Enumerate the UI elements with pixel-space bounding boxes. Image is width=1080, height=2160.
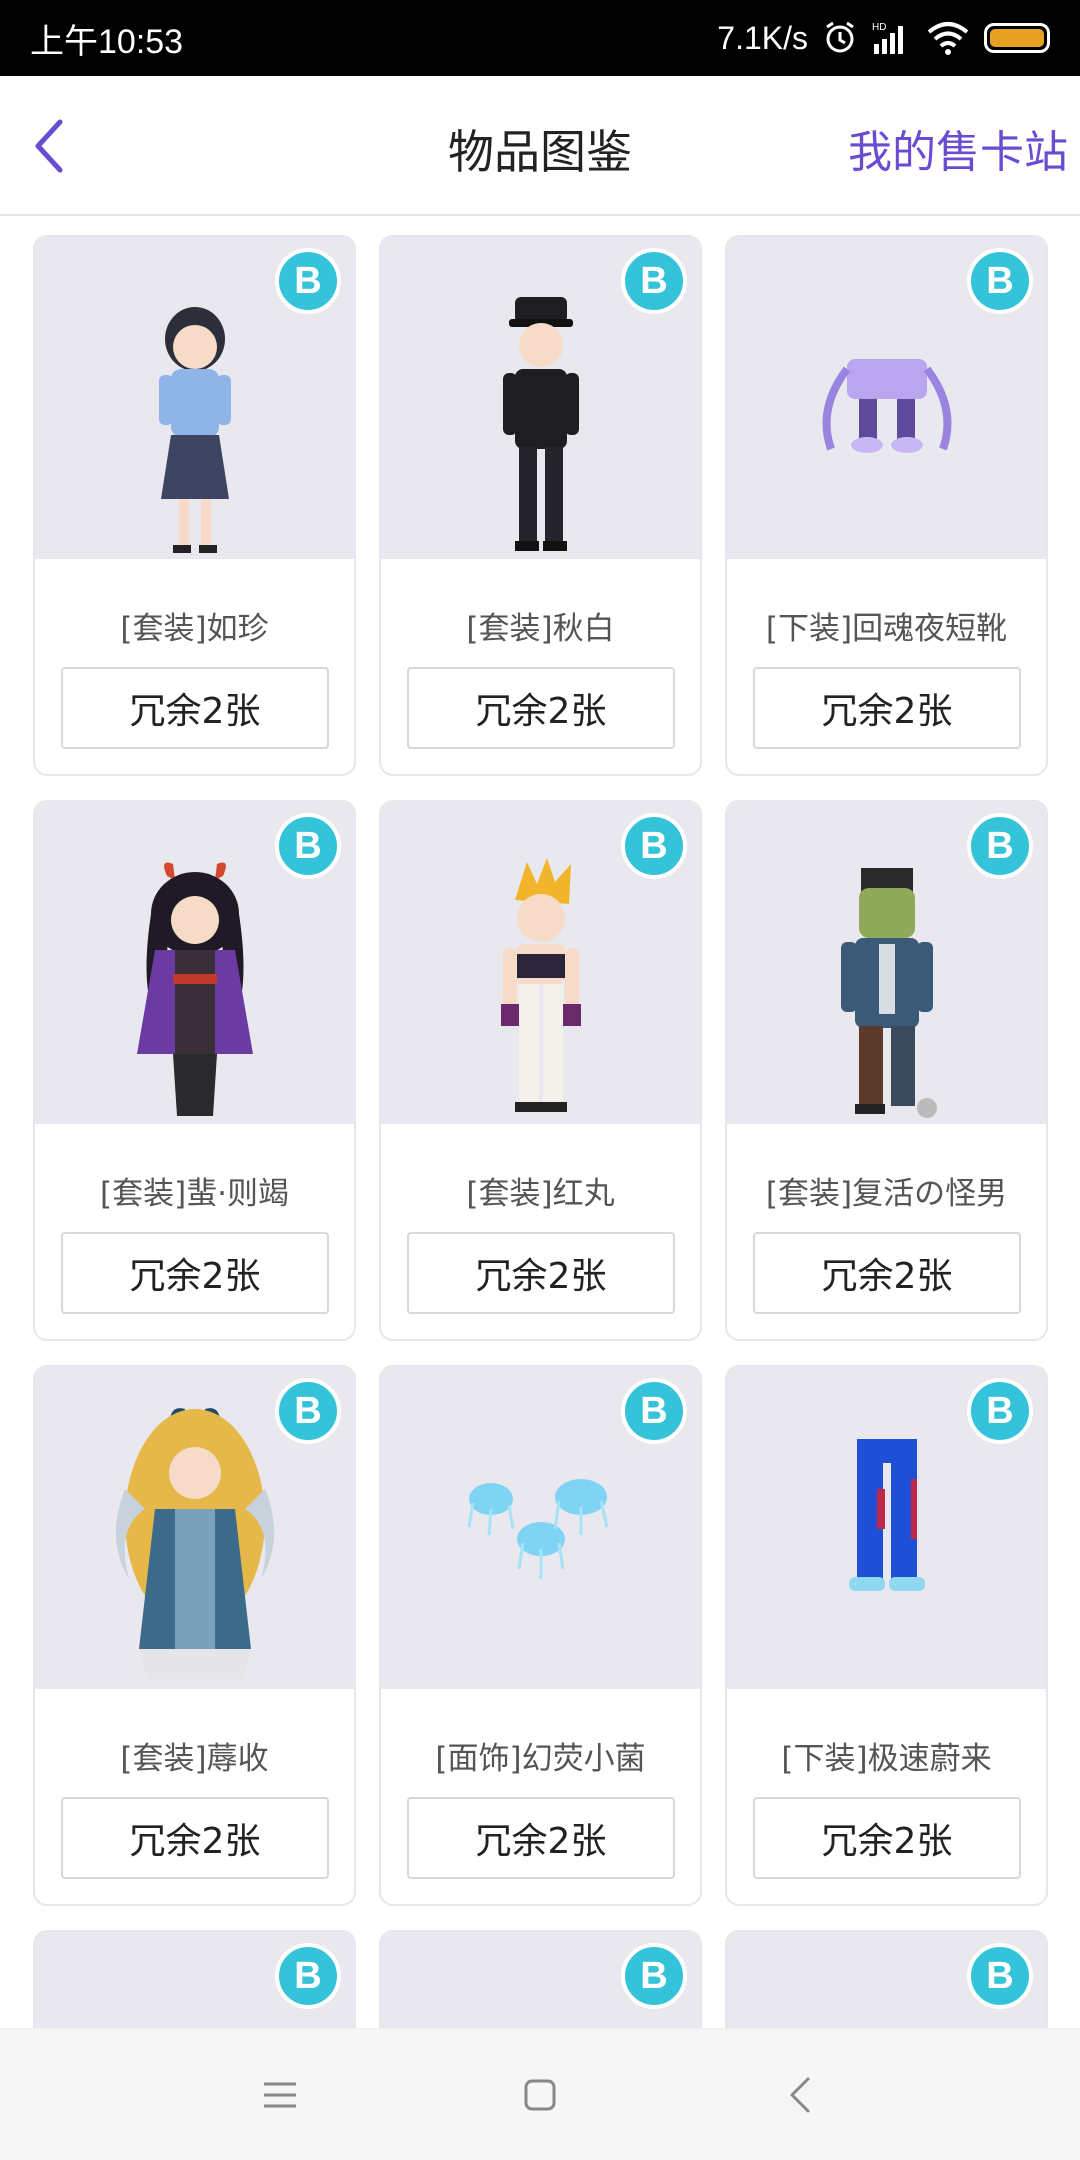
item-name: [下装]极速蔚来 [781, 1741, 992, 1777]
rarity-badge: B [621, 1378, 687, 1444]
item-name: [套装]红丸 [466, 1176, 615, 1212]
home-button[interactable] [500, 2055, 580, 2135]
rarity-badge: B [967, 248, 1033, 314]
item-card[interactable]: B [套装]复活の怪男 冗余2张 [725, 800, 1048, 1341]
rarity-badge: B [275, 1943, 341, 2009]
item-name: [面饰]幻荧小菌 [435, 1741, 646, 1777]
rarity-badge: B [275, 248, 341, 314]
rarity-badge: B [621, 813, 687, 879]
status-time: 上午10:53 [30, 22, 184, 61]
status-bar: 上午10:53 7.1K/s HD [0, 0, 1080, 76]
item-name: [套装]如珍 [120, 611, 269, 647]
rarity-badge: B [621, 248, 687, 314]
screen: 上午10:53 7.1K/s HD 物品图鉴 我的售卡站 B [套装]如珍 冗余… [0, 0, 1080, 2160]
surplus-button[interactable]: 冗余2张 [753, 1232, 1021, 1314]
item-card[interactable]: B [套装]蜚·则竭 冗余2张 [33, 800, 356, 1341]
rarity-badge: B [621, 1943, 687, 2009]
nav-back-button[interactable] [760, 2055, 840, 2135]
item-name: [下装]回魂夜短靴 [765, 611, 1008, 647]
rarity-badge: B [275, 1378, 341, 1444]
item-card[interactable]: B [面饰]幻荧小菌 冗余2张 [379, 1365, 702, 1906]
item-card[interactable]: B [下装]回魂夜短靴 冗余2张 [725, 235, 1048, 776]
item-name: [套装]蓐收 [120, 1741, 269, 1777]
rarity-badge: B [967, 1943, 1033, 2009]
item-card[interactable]: B [套装]如珍 冗余2张 [33, 235, 356, 776]
status-right: 7.1K/s HD [717, 20, 1050, 57]
battery-level [990, 29, 1044, 47]
hd-signal-icon: HD [872, 20, 912, 56]
surplus-button[interactable]: 冗余2张 [61, 1797, 329, 1879]
battery-icon [984, 23, 1050, 53]
surplus-button[interactable]: 冗余2张 [753, 667, 1021, 749]
item-card[interactable]: B [套装]秋白 冗余2张 [379, 235, 702, 776]
my-card-station-link[interactable]: 我的售卡站 [848, 116, 1068, 180]
surplus-button[interactable]: 冗余2张 [61, 1232, 329, 1314]
alarm-icon [822, 20, 858, 56]
surplus-button[interactable]: 冗余2张 [407, 667, 675, 749]
header: 物品图鉴 我的售卡站 [0, 76, 1080, 216]
item-grid: B [套装]如珍 冗余2张 B [套装]秋白 冗余2张 B [下装]回魂夜短靴 … [33, 235, 1048, 2050]
surplus-button[interactable]: 冗余2张 [753, 1797, 1021, 1879]
rarity-badge: B [967, 813, 1033, 879]
svg-text:HD: HD [872, 22, 886, 33]
item-card[interactable]: B [下装]极速蔚来 冗余2张 [725, 1365, 1048, 1906]
back-triangle-icon [790, 2077, 810, 2112]
item-name: [套装]蜚·则竭 [99, 1176, 290, 1212]
item-name: [套装]秋白 [466, 611, 615, 647]
rarity-badge: B [967, 1378, 1033, 1444]
surplus-button[interactable]: 冗余2张 [61, 667, 329, 749]
wifi-icon [926, 20, 970, 56]
menu-icon [264, 2082, 296, 2107]
item-card[interactable]: B [套装]红丸 冗余2张 [379, 800, 702, 1341]
menu-button[interactable] [240, 2055, 320, 2135]
network-speed: 7.1K/s [717, 19, 808, 56]
system-nav-bar [0, 2028, 1080, 2160]
rarity-badge: B [275, 813, 341, 879]
surplus-button[interactable]: 冗余2张 [407, 1232, 675, 1314]
item-name: [套装]复活の怪男 [765, 1176, 1008, 1212]
home-square-icon [524, 2079, 556, 2110]
surplus-button[interactable]: 冗余2张 [407, 1797, 675, 1879]
item-card[interactable]: B [套装]蓐收 冗余2张 [33, 1365, 356, 1906]
